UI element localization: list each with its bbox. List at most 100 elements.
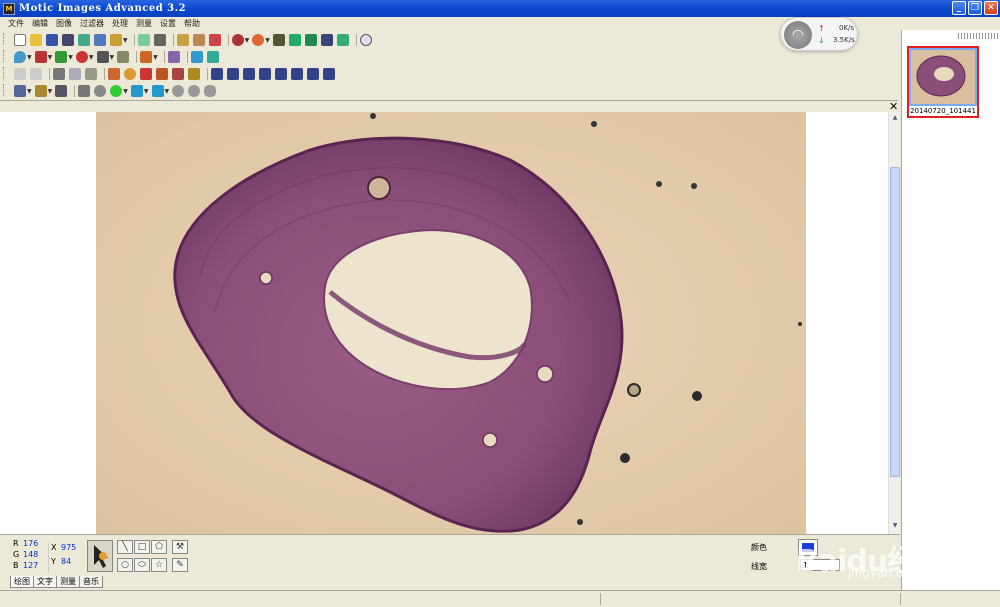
stroke-color-picker[interactable] xyxy=(798,539,818,556)
color-balance-icon[interactable] xyxy=(75,51,88,63)
toolbar-grip[interactable] xyxy=(3,84,6,96)
chevron-down-icon[interactable]: ▼ xyxy=(123,37,128,44)
paste-icon[interactable] xyxy=(85,68,97,80)
tab-draw[interactable]: 绘图 xyxy=(10,576,34,588)
wand-icon[interactable] xyxy=(167,51,180,63)
chevron-down-icon[interactable]: ▼ xyxy=(123,88,128,95)
camera-icon[interactable] xyxy=(320,34,333,46)
pen-icon[interactable] xyxy=(34,85,47,97)
vertical-scrollbar[interactable]: ▲ ▼ xyxy=(888,112,900,534)
redo-icon[interactable] xyxy=(30,68,42,80)
scroll-thumb[interactable] xyxy=(890,167,900,477)
align-right-icon[interactable] xyxy=(291,68,303,80)
histogram-icon[interactable] xyxy=(55,51,68,63)
align-center-icon[interactable] xyxy=(307,68,319,80)
menu-filter[interactable]: 过滤器 xyxy=(76,18,108,29)
drop-icon[interactable] xyxy=(14,51,26,63)
cut-icon[interactable] xyxy=(53,68,65,80)
ruler-icon[interactable] xyxy=(55,85,68,97)
layers-icon[interactable] xyxy=(288,34,301,46)
chevron-down-icon[interactable]: ▼ xyxy=(68,54,73,61)
film-icon[interactable] xyxy=(272,34,285,46)
mosaic-icon[interactable] xyxy=(304,34,317,46)
tab-measure[interactable]: 测量 xyxy=(56,576,80,588)
rectangle-tool-button[interactable]: □ xyxy=(134,540,150,554)
align-middle-icon[interactable] xyxy=(227,68,239,80)
pointer-tool-button[interactable] xyxy=(87,540,113,572)
brush-icon[interactable] xyxy=(176,34,189,46)
align-left-icon[interactable] xyxy=(275,68,287,80)
grid-icon[interactable] xyxy=(78,34,90,46)
network-icon[interactable] xyxy=(206,51,219,63)
freeform-tool-button[interactable]: ☆ xyxy=(151,558,167,572)
move-icon[interactable] xyxy=(130,85,143,97)
contrast-icon[interactable] xyxy=(96,51,109,63)
gear-icon[interactable] xyxy=(110,34,122,46)
curve-icon[interactable] xyxy=(34,51,47,63)
save-icon[interactable] xyxy=(46,34,58,46)
menu-image[interactable]: 图像 xyxy=(52,18,76,29)
scanner-icon[interactable] xyxy=(137,34,150,46)
chevron-down-icon[interactable]: ▼ xyxy=(110,54,115,61)
panel-grip[interactable] xyxy=(958,33,998,39)
toolbar-grip[interactable] xyxy=(3,50,6,62)
copy-icon[interactable] xyxy=(69,68,81,80)
filter-icon[interactable] xyxy=(140,51,153,63)
open-folder-icon[interactable] xyxy=(30,34,42,46)
chevron-down-icon[interactable]: ▼ xyxy=(165,88,170,95)
undo-icon[interactable] xyxy=(14,68,26,80)
ellipse-tool-button[interactable]: ⬭ xyxy=(134,558,150,572)
image-canvas[interactable] xyxy=(0,112,888,534)
tab-text[interactable]: 文字 xyxy=(33,576,57,588)
save-as-icon[interactable] xyxy=(62,34,74,46)
mask-icon[interactable] xyxy=(140,68,152,80)
target-icon[interactable] xyxy=(231,34,244,46)
align-bottom-icon[interactable] xyxy=(243,68,255,80)
align-top-icon[interactable] xyxy=(211,68,223,80)
toolbar-grip[interactable] xyxy=(3,67,6,79)
toolbar-grip[interactable] xyxy=(3,33,6,45)
scroll-up-icon[interactable]: ▲ xyxy=(890,114,900,124)
menu-edit[interactable]: 编辑 xyxy=(28,18,52,29)
chevron-down-icon[interactable]: ▼ xyxy=(27,54,32,61)
crown-icon[interactable] xyxy=(188,68,200,80)
aperture-icon[interactable] xyxy=(252,34,265,46)
stamp-icon[interactable] xyxy=(172,68,184,80)
shield-icon[interactable] xyxy=(336,34,349,46)
chevron-down-icon[interactable]: ▼ xyxy=(153,54,158,61)
pan-icon[interactable] xyxy=(151,85,164,97)
select-icon[interactable] xyxy=(14,85,26,97)
blob-icon[interactable] xyxy=(188,85,201,97)
menu-file[interactable]: 文件 xyxy=(4,18,28,29)
menu-process[interactable]: 处理 xyxy=(108,18,132,29)
print-icon[interactable] xyxy=(153,34,166,46)
chevron-down-icon[interactable]: ▼ xyxy=(245,37,250,44)
distribute-icon[interactable] xyxy=(259,68,271,80)
polygon-tool-button[interactable]: ⬠ xyxy=(151,540,167,554)
eyedropper-tool-button[interactable]: ✎ xyxy=(172,558,188,572)
tab-music[interactable]: 音乐 xyxy=(79,576,103,588)
blob-icon[interactable] xyxy=(172,85,185,97)
blob-icon[interactable] xyxy=(204,85,217,97)
zoom-icon[interactable] xyxy=(359,34,372,46)
crop-icon[interactable] xyxy=(108,68,120,80)
network-speed-widget[interactable]: ◠ ↑ 0K/s ↓ 3.5K/s xyxy=(780,17,858,51)
minimize-button[interactable]: _ xyxy=(952,1,966,15)
measure-icon[interactable] xyxy=(78,85,91,97)
close-button[interactable]: ✕ xyxy=(984,1,998,15)
line-tool-button[interactable]: ╲ xyxy=(117,540,133,554)
chevron-down-icon[interactable]: ▼ xyxy=(48,88,53,95)
heart-icon[interactable] xyxy=(156,68,168,80)
capture-icon[interactable] xyxy=(94,34,106,46)
chevron-down-icon[interactable]: ▼ xyxy=(89,54,94,61)
eraser-icon[interactable] xyxy=(192,34,205,46)
scroll-down-icon[interactable]: ▼ xyxy=(890,522,900,532)
hammer-tool-button[interactable]: ⚒ xyxy=(172,540,188,554)
line-width-input[interactable]: 1 xyxy=(800,559,840,571)
restore-button[interactable]: ❐ xyxy=(968,1,982,15)
bars-icon[interactable] xyxy=(117,51,130,63)
menu-settings[interactable]: 设置 xyxy=(156,18,180,29)
menu-help[interactable]: 帮助 xyxy=(180,18,204,29)
chevron-down-icon[interactable]: ▼ xyxy=(265,37,270,44)
chevron-down-icon[interactable]: ▼ xyxy=(48,54,53,61)
